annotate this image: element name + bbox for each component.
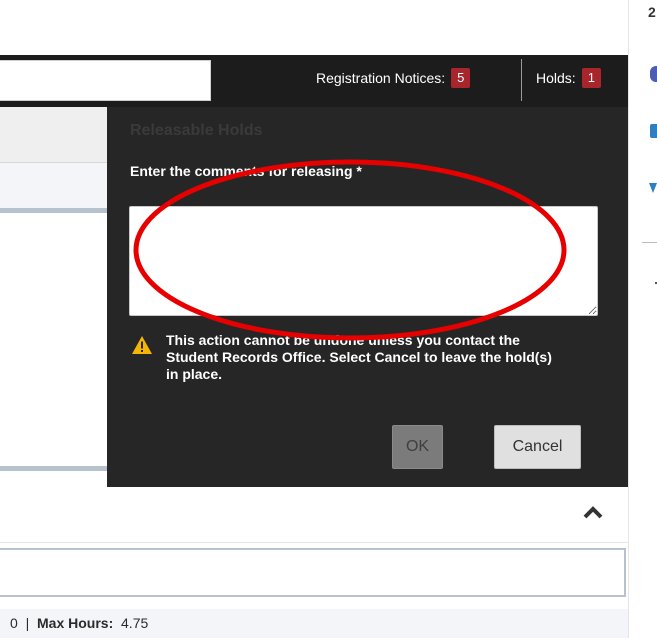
warning-triangle-icon [132, 336, 152, 354]
comment-label: Enter the comments for releasing * [130, 163, 362, 179]
sidebar-filter-icon[interactable] [649, 183, 657, 195]
holds-link[interactable]: Holds: 1 [536, 66, 601, 90]
sidebar-app-icon[interactable] [650, 66, 657, 82]
registration-notices-label: Registration Notices: [316, 70, 446, 86]
hours-prefix: 0 [10, 615, 18, 631]
hours-summary-text: 0 | Max Hours: 4.75 [10, 615, 148, 631]
header-search-input[interactable] [0, 60, 211, 101]
right-sidebar [628, 0, 657, 638]
cancel-button[interactable]: Cancel [494, 425, 581, 469]
background-panel-border [0, 466, 110, 471]
background-panel-row [0, 163, 110, 208]
dialog-title: Releasable Holds [130, 122, 263, 139]
comment-textarea[interactable] [129, 206, 598, 316]
right-sidebar-glyph: 2 [648, 4, 656, 20]
sidebar-divider [642, 242, 657, 243]
holds-label: Holds: [536, 70, 576, 86]
chevron-up-icon[interactable] [582, 504, 604, 520]
background-panel-border [0, 208, 110, 213]
max-hours-label: Max Hours: [37, 615, 114, 631]
max-hours-value: 4.75 [121, 615, 149, 631]
holds-count-badge: 1 [581, 68, 601, 88]
sidebar-chat-icon[interactable] [650, 124, 657, 138]
background-panel-header [0, 107, 110, 163]
lower-input-field[interactable] [0, 548, 626, 597]
header-divider [521, 59, 522, 101]
ok-button[interactable]: OK [392, 425, 443, 469]
warning-message: This action cannot be undone unless you … [166, 332, 552, 382]
top-strip [0, 0, 628, 55]
collapsible-section-header [0, 487, 628, 543]
registration-notices-count-badge: 5 [451, 68, 471, 88]
hours-separator: | [25, 615, 30, 631]
registration-notices-link[interactable]: Registration Notices: 5 [316, 66, 471, 90]
